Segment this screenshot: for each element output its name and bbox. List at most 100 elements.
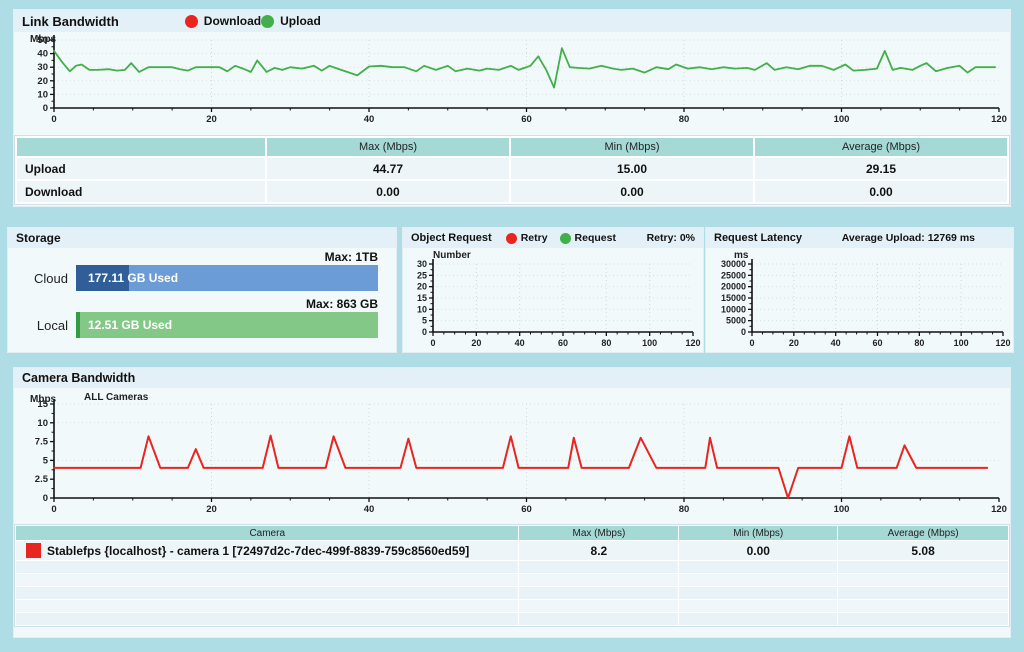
cloud-storage-bar: 177.11 GB Used — [76, 265, 378, 291]
camera-table-row[interactable]: Stablefps {localhost} - camera 1 [72497d… — [16, 541, 1009, 561]
object-request-panel: Object Request Retry Request Retry: 0% N… — [403, 228, 703, 352]
svg-text:20000: 20000 — [721, 282, 746, 292]
svg-text:20: 20 — [471, 338, 481, 348]
cloud-used-label: 177.11 GB Used — [88, 265, 178, 291]
svg-text:10: 10 — [417, 304, 427, 314]
request-legend-dot-icon — [560, 233, 571, 244]
svg-text:40: 40 — [515, 338, 525, 348]
svg-text:20: 20 — [789, 338, 799, 348]
svg-text:30: 30 — [37, 62, 48, 73]
camera-max-header: Max (Mbps) — [519, 526, 679, 541]
table-header-row: Max (Mbps) Min (Mbps) Average (Mbps) — [16, 137, 1008, 157]
camera-color-swatch — [26, 543, 41, 558]
object-y-unit-label: Number — [433, 250, 471, 261]
svg-text:0: 0 — [51, 114, 56, 125]
column-header-blank — [16, 137, 266, 157]
storage-panel: Storage Max: 1TB Cloud 177.11 GB Used Ma… — [8, 228, 396, 352]
download-max-value: 0.00 — [266, 180, 510, 203]
svg-text:0: 0 — [43, 493, 48, 504]
column-header-average: Average (Mbps) — [754, 137, 1008, 157]
storage-title-bar: Storage — [8, 228, 396, 248]
svg-text:60: 60 — [521, 504, 532, 515]
retry-percentage: Retry: 0% — [647, 232, 695, 244]
link-y-unit-label: Mbps — [30, 34, 56, 45]
column-header-max: Max (Mbps) — [266, 137, 510, 157]
svg-text:0: 0 — [741, 327, 746, 337]
table-row-download: Download 0.00 0.00 0.00 — [16, 180, 1008, 203]
local-storage-row: Local 12.51 GB Used — [76, 312, 378, 338]
download-min-value: 0.00 — [510, 180, 754, 203]
legend-item-download[interactable]: Download — [185, 14, 261, 28]
svg-text:7.5: 7.5 — [35, 437, 49, 448]
svg-text:120: 120 — [991, 504, 1007, 515]
legend-item-request[interactable]: Request — [560, 232, 616, 244]
svg-text:80: 80 — [679, 504, 690, 515]
upload-legend-label: Upload — [280, 14, 321, 28]
empty-table-row — [16, 587, 1009, 600]
request-latency-title-bar: Request Latency Average Upload: 12769 ms — [706, 228, 1013, 248]
link-bandwidth-chart: 01020304050020406080100120 — [14, 32, 1010, 128]
svg-text:100: 100 — [954, 338, 969, 348]
request-latency-chart: 0500010000150002000025000300000204060801… — [706, 252, 1013, 350]
upload-max-value: 44.77 — [266, 157, 510, 180]
storage-title: Storage — [16, 231, 61, 245]
svg-text:20: 20 — [206, 114, 217, 125]
svg-text:80: 80 — [679, 114, 690, 125]
download-average-value: 0.00 — [754, 180, 1008, 203]
local-storage-fill — [76, 312, 80, 338]
camera-max-value: 8.2 — [519, 541, 679, 561]
upload-row-label: Upload — [16, 157, 266, 180]
svg-text:25000: 25000 — [721, 270, 746, 280]
empty-table-row — [16, 613, 1009, 626]
svg-text:25: 25 — [417, 270, 427, 280]
camera-selector-dropdown[interactable]: ALL Cameras — [84, 392, 148, 403]
cloud-label: Cloud — [16, 265, 68, 291]
svg-text:60: 60 — [521, 114, 532, 125]
svg-text:5: 5 — [422, 316, 427, 326]
camera-table-header-row: Camera Max (Mbps) Min (Mbps) Average (Mb… — [16, 526, 1009, 541]
retry-legend-label: Retry — [521, 232, 548, 244]
svg-text:40: 40 — [37, 49, 48, 60]
svg-text:0: 0 — [51, 504, 56, 515]
svg-text:0: 0 — [422, 327, 427, 337]
camera-min-header: Min (Mbps) — [679, 526, 838, 541]
local-used-label: 12.51 GB Used — [88, 312, 172, 338]
svg-text:120: 120 — [995, 338, 1010, 348]
camera-average-value: 5.08 — [838, 541, 1009, 561]
svg-text:15: 15 — [417, 293, 427, 303]
svg-text:100: 100 — [642, 338, 657, 348]
svg-text:5000: 5000 — [726, 316, 746, 326]
download-legend-label: Download — [204, 14, 261, 28]
local-storage-bar: 12.51 GB Used — [76, 312, 378, 338]
camera-bandwidth-title: Camera Bandwidth — [22, 371, 135, 385]
svg-text:10: 10 — [37, 89, 48, 100]
object-request-title-bar: Object Request Retry Request Retry: 0% — [403, 228, 703, 248]
camera-bandwidth-chart: 02.557.51015020406080100120 — [14, 388, 1010, 518]
svg-text:2.5: 2.5 — [35, 474, 49, 485]
svg-text:20: 20 — [206, 504, 217, 515]
cloud-max-label: Max: 1TB — [8, 250, 396, 264]
svg-text:80: 80 — [914, 338, 924, 348]
camera-average-header: Average (Mbps) — [838, 526, 1009, 541]
legend-item-upload[interactable]: Upload — [261, 14, 321, 28]
svg-text:0: 0 — [43, 103, 48, 114]
table-row-upload: Upload 44.77 15.00 29.15 — [16, 157, 1008, 180]
camera-table: Camera Max (Mbps) Min (Mbps) Average (Mb… — [14, 524, 1010, 627]
camera-name: Stablefps {localhost} - camera 1 [72497d… — [47, 544, 469, 558]
upload-min-value: 15.00 — [510, 157, 754, 180]
upload-average-value: 29.15 — [754, 157, 1008, 180]
download-legend-dot-icon — [185, 15, 198, 28]
request-legend-label: Request — [575, 232, 616, 244]
link-bandwidth-title-bar: Link Bandwidth Download Upload — [14, 10, 1010, 32]
svg-text:10000: 10000 — [721, 304, 746, 314]
svg-text:60: 60 — [558, 338, 568, 348]
request-latency-title: Request Latency — [714, 232, 802, 244]
svg-text:40: 40 — [364, 504, 375, 515]
camera-y-unit-label: Mbps — [30, 394, 56, 405]
object-request-chart: 051015202530020406080100120 — [403, 252, 703, 350]
empty-table-row — [16, 574, 1009, 587]
svg-text:10: 10 — [37, 418, 48, 429]
svg-text:30: 30 — [417, 259, 427, 269]
svg-text:120: 120 — [991, 114, 1007, 125]
legend-item-retry[interactable]: Retry — [506, 232, 548, 244]
